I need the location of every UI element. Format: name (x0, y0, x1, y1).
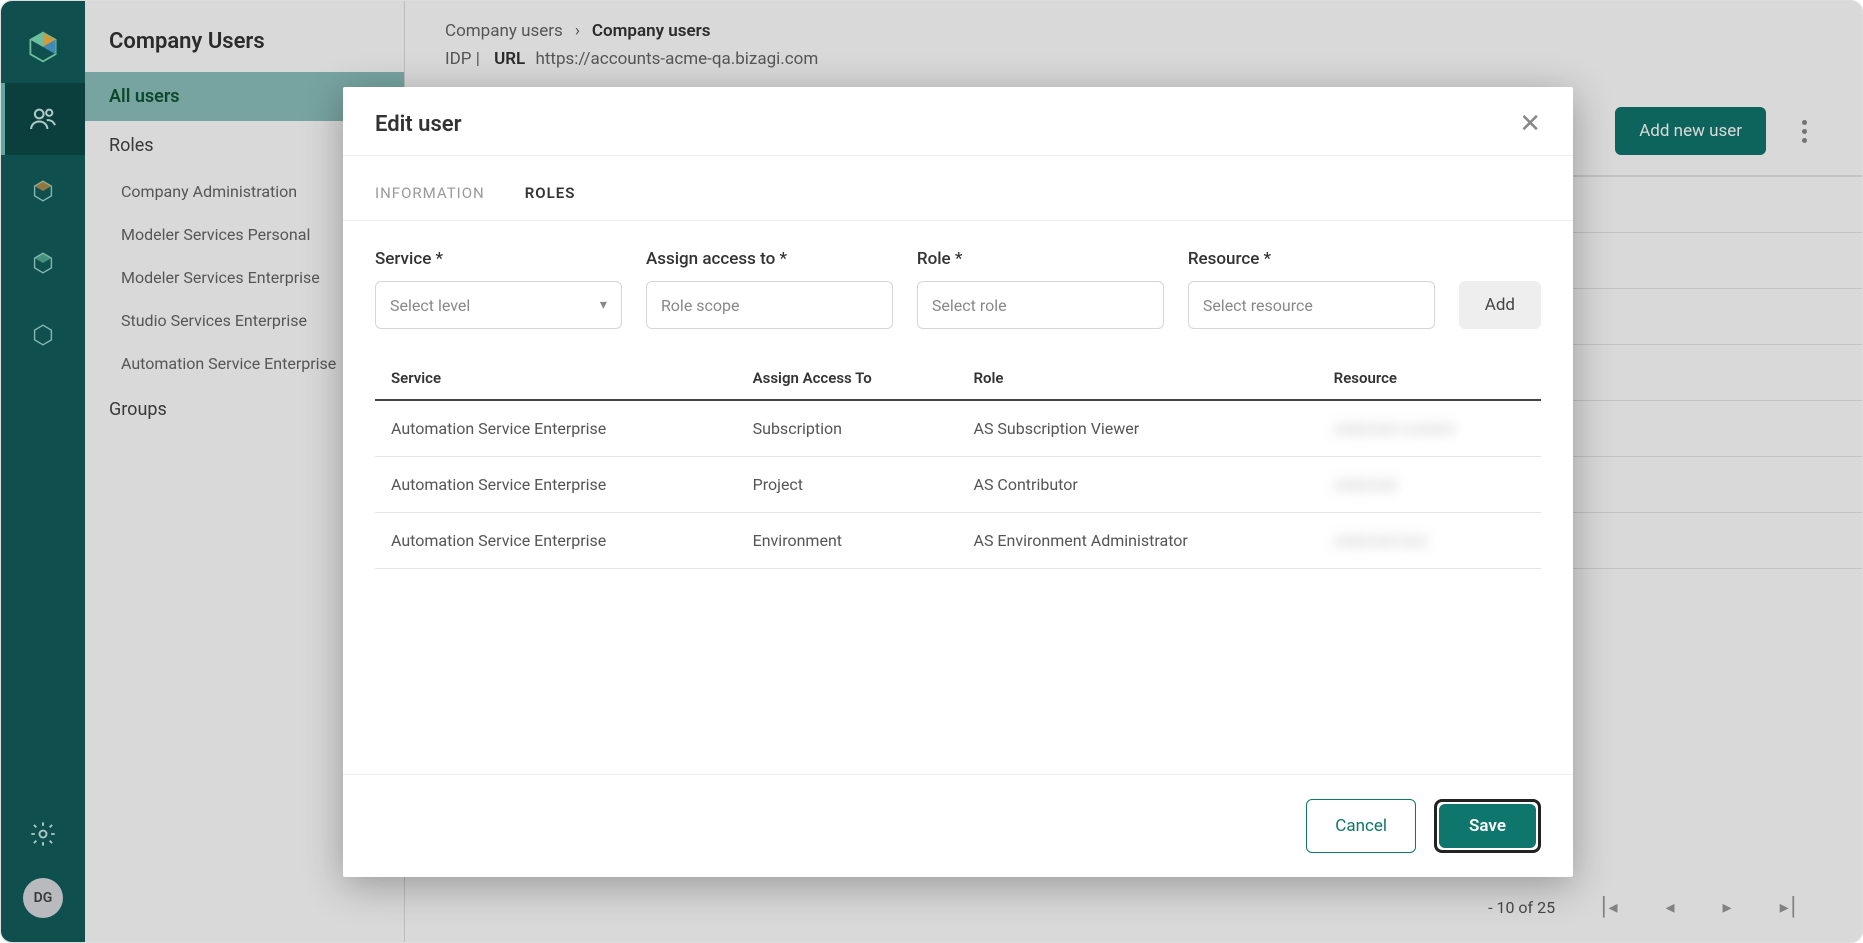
tab-roles[interactable]: ROLES (525, 174, 576, 220)
rail-item-cube2[interactable] (1, 227, 85, 299)
roles-table: Service Assign Access To Role Resource A… (375, 357, 1541, 569)
users-icon (28, 104, 58, 134)
breadcrumb: Company users › Company users (445, 21, 1822, 41)
more-actions-button[interactable] (1786, 113, 1822, 149)
page-next-button[interactable]: ▸ (1719, 893, 1736, 922)
table-row: Automation Service Enterprise Subscripti… (375, 400, 1541, 457)
hexagon-outline-icon (29, 177, 57, 205)
cell-resource: redacted text (1318, 513, 1541, 569)
rail-logo[interactable] (1, 11, 85, 83)
chevron-down-icon: ▾ (600, 297, 607, 313)
role-input[interactable] (932, 296, 1149, 315)
cell-role: AS Environment Administrator (958, 513, 1318, 569)
col-access: Assign Access To (737, 357, 958, 400)
cell-access: Environment (737, 513, 958, 569)
cell-role: AS Contributor (958, 457, 1318, 513)
page-prev-button[interactable]: ◂ (1661, 893, 1678, 922)
cancel-button[interactable]: Cancel (1306, 799, 1416, 853)
resource-input-wrapper[interactable] (1188, 281, 1435, 329)
cell-access: Project (737, 457, 958, 513)
breadcrumb-parent[interactable]: Company users (445, 21, 563, 41)
close-icon: ✕ (1519, 109, 1541, 139)
idp-line: IDP | URL https://accounts-acme-qa.bizag… (445, 49, 1822, 69)
cell-role: AS Subscription Viewer (958, 400, 1318, 457)
modal-title: Edit user (375, 112, 462, 137)
col-role: Role (958, 357, 1318, 400)
hexagon-outline-icon (29, 249, 57, 277)
rail-item-users[interactable] (1, 83, 85, 155)
cell-resource: redacted (1318, 457, 1541, 513)
sidebar-title: Company Users (85, 1, 404, 72)
service-label: Service * (375, 249, 622, 269)
idp-url-value: https://accounts-acme-qa.bizagi.com (535, 49, 818, 69)
save-button[interactable]: Save (1439, 804, 1536, 848)
table-row: Automation Service Enterprise Project AS… (375, 457, 1541, 513)
icon-rail: DG (1, 1, 85, 942)
cell-service: Automation Service Enterprise (375, 400, 737, 457)
assign-access-input[interactable] (661, 296, 878, 315)
save-button-highlight: Save (1434, 799, 1541, 853)
chevron-right-icon: › (575, 21, 580, 41)
table-row: Automation Service Enterprise Environmen… (375, 513, 1541, 569)
rail-item-cube3[interactable] (1, 299, 85, 371)
hexagon-logo-icon (25, 29, 61, 65)
role-label: Role * (917, 249, 1164, 269)
pagination: - 10 of 25 ⎮◂ ◂ ▸ ▸⎮ (405, 873, 1862, 942)
hexagon-outline-icon (29, 321, 57, 349)
page-first-button[interactable]: ⎮◂ (1595, 893, 1621, 922)
add-new-user-button[interactable]: Add new user (1615, 107, 1766, 155)
cell-resource: redacted content (1318, 400, 1541, 457)
role-input-wrapper[interactable] (917, 281, 1164, 329)
pagination-range: - 10 of 25 (1488, 898, 1555, 917)
idp-url-label: URL (494, 49, 525, 69)
tab-information[interactable]: INFORMATION (375, 174, 485, 220)
edit-user-modal: Edit user ✕ INFORMATION ROLES Service * … (343, 87, 1573, 877)
rail-item-settings[interactable] (1, 820, 85, 848)
assign-access-label: Assign access to * (646, 249, 893, 269)
page-last-button[interactable]: ▸⎮ (1776, 893, 1802, 922)
col-resource: Resource (1318, 357, 1541, 400)
col-service: Service (375, 357, 737, 400)
breadcrumb-current: Company users (592, 21, 711, 41)
idp-prefix: IDP | (445, 49, 480, 69)
cell-service: Automation Service Enterprise (375, 513, 737, 569)
resource-input[interactable] (1203, 296, 1420, 315)
cell-service: Automation Service Enterprise (375, 457, 737, 513)
close-button[interactable]: ✕ (1519, 111, 1541, 137)
gear-icon (29, 820, 57, 848)
rail-item-cube1[interactable] (1, 155, 85, 227)
service-select-input[interactable] (390, 296, 600, 315)
service-select[interactable]: ▾ (375, 281, 622, 329)
cell-access: Subscription (737, 400, 958, 457)
avatar[interactable]: DG (23, 878, 63, 918)
assign-access-input-wrapper[interactable] (646, 281, 893, 329)
add-role-button[interactable]: Add (1459, 281, 1541, 329)
resource-label: Resource * (1188, 249, 1435, 269)
